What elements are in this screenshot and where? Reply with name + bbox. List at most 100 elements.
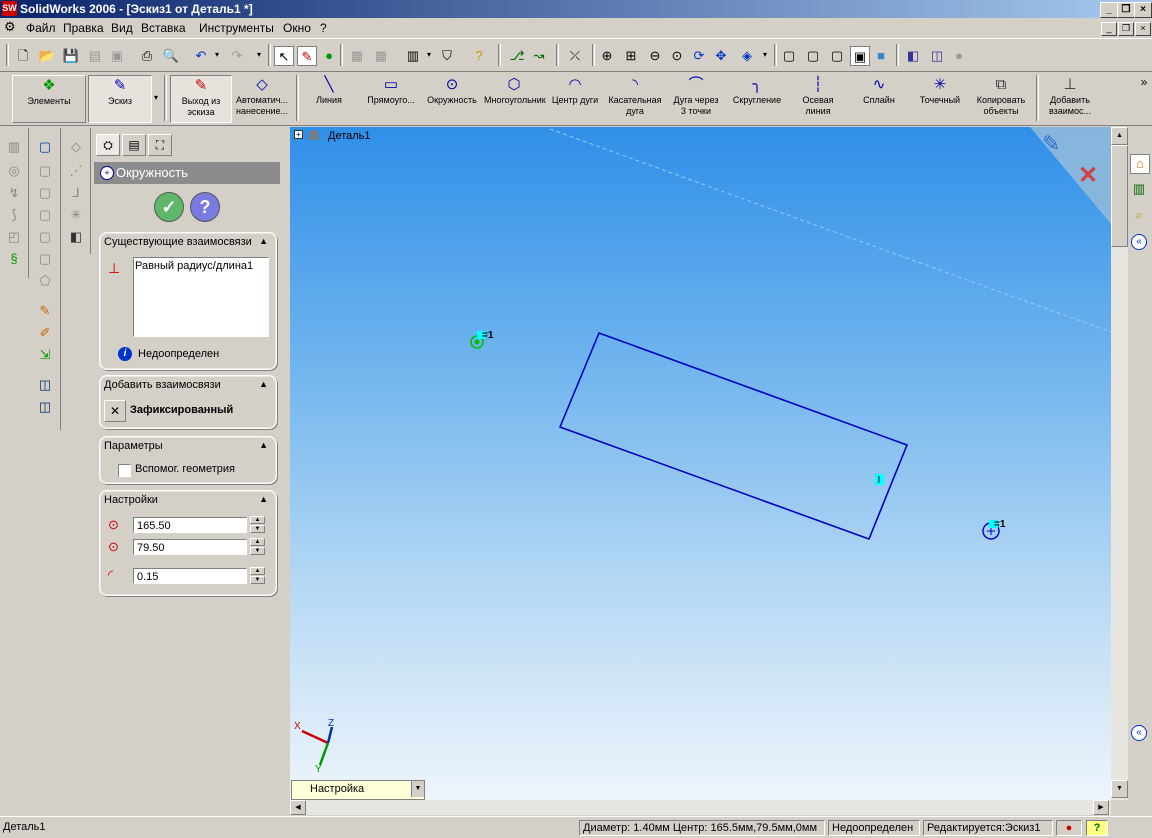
cancel-corner-icon[interactable]: ✕ xyxy=(1078,161,1098,190)
point-button[interactable]: ✳ Точечный xyxy=(912,75,968,121)
doc-restore-button[interactable]: ❐ xyxy=(1118,22,1134,36)
filter-icon[interactable]: ⛉ xyxy=(438,46,456,64)
scroll-down-arrow[interactable]: ▼ xyxy=(1111,780,1128,798)
scroll-thumb[interactable] xyxy=(1111,145,1128,247)
doc-minimize-button[interactable]: _ xyxy=(1101,22,1117,36)
axis-icon[interactable]: ⋰ xyxy=(67,162,85,180)
menu-insert[interactable]: Вставка xyxy=(141,21,186,35)
line-button[interactable]: ╲ Линия xyxy=(304,75,354,121)
three-point-arc-button[interactable]: ⌒ Дуга через 3 точки xyxy=(668,75,724,121)
center-x-input[interactable]: 165.50 xyxy=(133,517,247,533)
tab-property[interactable]: ▤ xyxy=(122,134,146,156)
new-icon[interactable]: 🗋 xyxy=(14,46,32,64)
macro-icon[interactable]: ⎇ xyxy=(508,46,526,64)
shell-icon[interactable]: ◰ xyxy=(5,228,23,246)
zoom-selection-icon[interactable]: ⊙ xyxy=(668,46,686,64)
view-front-icon[interactable]: ▢ xyxy=(36,162,54,180)
help-status-button[interactable]: ? xyxy=(1086,820,1108,836)
polygon-button[interactable]: ⬡ Многоугольник xyxy=(484,75,546,121)
realview-icon[interactable]: ● xyxy=(950,46,968,64)
construction-checkbox[interactable] xyxy=(118,464,131,477)
redo-dropdown-icon[interactable]: ▾ xyxy=(250,46,268,64)
features-tab[interactable]: ❖ Элементы xyxy=(12,75,86,123)
collapse-icon[interactable]: ▲ xyxy=(259,440,268,450)
relation-tag-1[interactable]: =1 xyxy=(482,330,493,341)
centerpoint-arc-button[interactable]: ◠ Центр дуги xyxy=(548,75,602,121)
tangent-arc-button[interactable]: ◝ Касательная дуга xyxy=(606,75,664,121)
add-relations-header[interactable]: Добавить взаимосвязи xyxy=(104,379,221,391)
view-top-icon[interactable]: ▢ xyxy=(36,250,54,268)
exit-sketch-button[interactable]: ✎ Выход из эскиза xyxy=(170,75,232,123)
existing-relations-header[interactable]: Существующие взаимосвязи xyxy=(104,236,252,248)
collapse-icon[interactable]: ▲ xyxy=(259,236,268,246)
coordinate-icon[interactable]: ⅃ xyxy=(67,184,85,202)
menu-help[interactable]: ? xyxy=(320,21,327,35)
center-y-input[interactable]: 79.50 xyxy=(133,539,247,555)
open-icon[interactable]: 📂 xyxy=(38,46,56,64)
properties-dropdown-icon[interactable]: ▾ xyxy=(420,46,438,64)
mate-icon[interactable]: ◧ xyxy=(67,228,85,246)
view-orientation-icon[interactable]: ◈ xyxy=(738,46,756,64)
layer-2-icon[interactable]: ◫ xyxy=(36,398,54,416)
sketch-dropdown-icon[interactable]: ▾ xyxy=(150,75,162,121)
exit-sketch-corner-icon[interactable]: ✎ xyxy=(1042,131,1060,157)
help-icon[interactable]: ? xyxy=(470,46,488,64)
home-icon[interactable]: ⌂ xyxy=(1130,154,1150,174)
extrude-icon[interactable]: ▥ xyxy=(5,138,23,156)
centerline-button[interactable]: ┆ Осевая линия xyxy=(790,75,846,121)
pan-icon[interactable]: ✥ xyxy=(712,46,730,64)
fixed-relation-button[interactable]: Зафиксированный xyxy=(130,404,233,416)
sweep-icon[interactable]: ↯ xyxy=(5,184,23,202)
copy-entities-button[interactable]: ⧉ Копировать объекты xyxy=(972,75,1030,121)
menu-tools[interactable]: Инструменты xyxy=(199,21,274,35)
measure-icon[interactable]: ⤫ xyxy=(566,46,584,64)
fillet-button[interactable]: ╮ Скругление xyxy=(728,75,786,121)
tree-root[interactable]: Деталь1 xyxy=(328,130,371,142)
scroll-right-arrow[interactable]: ▶ xyxy=(1093,800,1109,815)
graphics-area[interactable]: =1 =1 + ⚙ Деталь1 ✎ ✕ X Z Y Настройка ▼ xyxy=(290,127,1111,800)
add-relation-button[interactable]: ⊥ Добавить взаимос... xyxy=(1042,75,1098,121)
layer-icon[interactable]: ◫ xyxy=(36,376,54,394)
library-icon[interactable]: ▥ xyxy=(1130,180,1148,198)
relations-list[interactable]: Равный радиус/длина1 xyxy=(133,257,269,337)
spline-button[interactable]: ∿ Сплайн xyxy=(852,75,906,121)
expand-pane-icon[interactable]: « xyxy=(1131,234,1147,250)
table-icon[interactable]: ▦ xyxy=(372,46,390,64)
preview-icon[interactable]: 🔍 xyxy=(162,46,180,64)
rebuild-icon[interactable]: ● xyxy=(320,46,338,64)
wireframe-icon[interactable]: ▢ xyxy=(780,46,798,64)
center-x-spinner[interactable]: ▲ ▼ xyxy=(250,516,265,534)
redo-icon[interactable]: ↷ xyxy=(228,46,246,64)
view-config-dropdown[interactable]: Настройка ▼ xyxy=(291,780,425,800)
relation-item[interactable]: Равный радиус/длина1 xyxy=(134,258,268,274)
loft-icon[interactable]: ⟆ xyxy=(5,206,23,224)
cube-icon[interactable]: ▢ xyxy=(36,138,54,156)
view-back-icon[interactable]: ▢ xyxy=(36,184,54,202)
smart-dimension-button[interactable]: ◇ Автоматич... нанесение... xyxy=(232,75,292,121)
radius-spinner[interactable]: ▲ ▼ xyxy=(250,567,265,585)
collapse-icon[interactable]: ▲ xyxy=(259,494,268,504)
sketch-mode-icon[interactable]: ✎ xyxy=(297,46,317,66)
helix-icon[interactable]: § xyxy=(5,250,23,268)
shaded-icon[interactable]: ■ xyxy=(872,46,890,64)
macro-run-icon[interactable]: ↝ xyxy=(530,46,548,64)
zoom-fit-icon[interactable]: ⊕ xyxy=(598,46,616,64)
move-icon[interactable]: ⇲ xyxy=(36,346,54,364)
hidden-lines-visible-icon[interactable]: ▢ xyxy=(804,46,822,64)
options-header[interactable]: Параметры xyxy=(104,440,163,452)
tab-config[interactable]: ⛶ xyxy=(148,134,172,156)
overflow-button[interactable]: » xyxy=(1138,75,1150,121)
print-preview-icon[interactable]: ▤ xyxy=(86,46,104,64)
plane-icon[interactable]: ◇ xyxy=(67,138,85,156)
edit-sketch-icon[interactable]: ✎ xyxy=(36,302,54,320)
collapse-icon[interactable]: ▲ xyxy=(259,379,268,389)
add-sketch-icon[interactable]: ✐ xyxy=(36,324,54,342)
close-button[interactable]: × xyxy=(1134,2,1152,18)
view-left-icon[interactable]: ▢ xyxy=(36,206,54,224)
grid-icon[interactable]: ▦ xyxy=(348,46,366,64)
menu-file[interactable]: Файл xyxy=(26,21,56,35)
sketch-tab[interactable]: ✎ Эскиз xyxy=(88,75,152,123)
section-view-icon[interactable]: ◫ xyxy=(928,46,946,64)
view-bottom-icon[interactable]: ⬠ xyxy=(36,272,54,290)
menu-window[interactable]: Окно xyxy=(283,21,311,35)
